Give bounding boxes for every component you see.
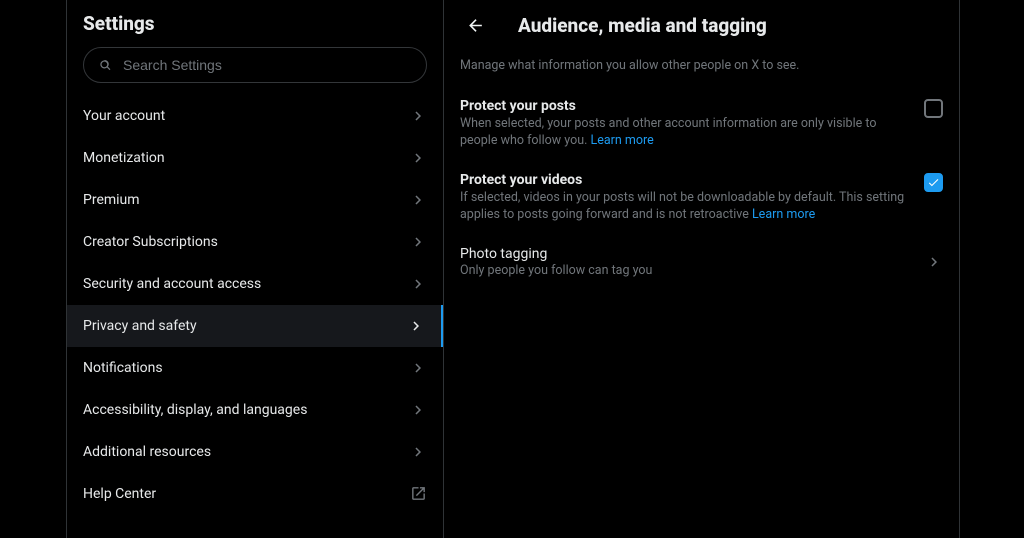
settings-sidebar: Settings Your account Monetization Premi…: [66, 0, 444, 538]
sidebar-item-notifications[interactable]: Notifications: [67, 347, 443, 389]
chevron-right-icon: [409, 107, 427, 125]
photo-tagging-sub: Only people you follow can tag you: [460, 263, 652, 278]
search-input[interactable]: [123, 57, 412, 73]
search-box[interactable]: [83, 47, 427, 83]
chevron-right-icon: [409, 191, 427, 209]
sidebar-item-label: Notifications: [83, 360, 163, 376]
search-wrap: [67, 39, 443, 95]
chevron-right-icon: [925, 253, 943, 271]
sidebar-item-label: Security and account access: [83, 276, 261, 292]
protect-videos-checkbox[interactable]: [924, 173, 943, 192]
protect-posts-desc: When selected, your posts and other acco…: [460, 116, 910, 150]
chevron-right-icon: [409, 359, 427, 377]
chevron-right-icon: [409, 401, 427, 419]
protect-posts-section: Protect your posts When selected, your p…: [444, 87, 959, 161]
protect-videos-title: Protect your videos: [460, 172, 910, 188]
sidebar-item-label: Privacy and safety: [83, 318, 197, 334]
photo-tagging-row[interactable]: Photo tagging Only people you follow can…: [444, 235, 959, 289]
chevron-right-icon: [409, 443, 427, 461]
external-link-icon: [410, 485, 427, 502]
outer-left-gutter: [0, 0, 66, 538]
protect-videos-learn-more[interactable]: Learn more: [752, 207, 815, 222]
sidebar-item-your-account[interactable]: Your account: [67, 95, 443, 137]
photo-tagging-title: Photo tagging: [460, 246, 652, 262]
sidebar-item-label: Your account: [83, 108, 165, 124]
settings-menu: Your account Monetization Premium Creato…: [67, 95, 443, 514]
outer-right-gutter: [960, 0, 1024, 538]
back-button[interactable]: [458, 8, 492, 42]
sidebar-item-label: Additional resources: [83, 444, 211, 460]
sidebar-item-label: Premium: [83, 192, 140, 208]
sidebar-item-security-access[interactable]: Security and account access: [67, 263, 443, 305]
protect-videos-desc: If selected, videos in your posts will n…: [460, 190, 910, 224]
chevron-right-icon: [409, 233, 427, 251]
sidebar-item-monetization[interactable]: Monetization: [67, 137, 443, 179]
sidebar-item-help-center[interactable]: Help Center: [67, 473, 443, 514]
protect-posts-title: Protect your posts: [460, 98, 910, 114]
sidebar-item-additional-resources[interactable]: Additional resources: [67, 431, 443, 473]
settings-header: Settings: [67, 0, 443, 39]
sidebar-item-label: Monetization: [83, 150, 165, 166]
sidebar-item-privacy-safety[interactable]: Privacy and safety: [67, 305, 443, 347]
sidebar-item-premium[interactable]: Premium: [67, 179, 443, 221]
sidebar-item-label: Help Center: [83, 486, 156, 502]
settings-title: Settings: [83, 12, 427, 35]
detail-panel: Audience, media and tagging Manage what …: [444, 0, 960, 538]
back-arrow-icon: [466, 16, 485, 35]
protect-videos-desc-text: If selected, videos in your posts will n…: [460, 190, 904, 222]
sidebar-item-label: Accessibility, display, and languages: [83, 402, 307, 418]
protect-posts-checkbox[interactable]: [924, 99, 943, 118]
detail-subtitle: Manage what information you allow other …: [444, 48, 959, 87]
detail-header: Audience, media and tagging: [444, 0, 959, 48]
chevron-right-icon: [409, 275, 427, 293]
sidebar-item-accessibility[interactable]: Accessibility, display, and languages: [67, 389, 443, 431]
protect-videos-section: Protect your videos If selected, videos …: [444, 161, 959, 235]
search-icon: [98, 58, 113, 73]
chevron-right-icon: [407, 317, 425, 335]
chevron-right-icon: [409, 149, 427, 167]
detail-title: Audience, media and tagging: [518, 14, 767, 37]
sidebar-item-creator-subscriptions[interactable]: Creator Subscriptions: [67, 221, 443, 263]
protect-posts-desc-text: When selected, your posts and other acco…: [460, 116, 876, 148]
sidebar-item-label: Creator Subscriptions: [83, 234, 218, 250]
check-icon: [927, 176, 940, 189]
protect-posts-learn-more[interactable]: Learn more: [591, 133, 654, 148]
